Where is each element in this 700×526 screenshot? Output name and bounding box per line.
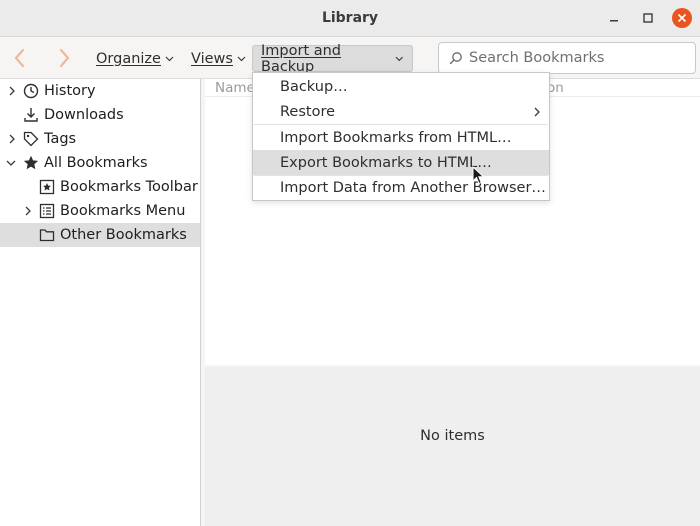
- views-button[interactable]: Views: [183, 45, 254, 72]
- chevron-down-icon: [165, 56, 174, 61]
- organize-label: Organize: [96, 50, 161, 67]
- chevron-left-icon: [14, 48, 25, 68]
- menu-item-import-bookmarks-html[interactable]: Import Bookmarks from HTML…: [253, 125, 549, 150]
- close-button[interactable]: [672, 8, 692, 28]
- chevron-right-icon: [534, 107, 540, 117]
- search-box[interactable]: [438, 42, 696, 74]
- sidebar-item-label: History: [44, 83, 96, 99]
- sidebar-item-history[interactable]: History: [0, 79, 200, 103]
- minimize-button[interactable]: [605, 9, 623, 27]
- maximize-button[interactable]: [639, 9, 657, 27]
- sidebar-item-label: Downloads: [44, 107, 124, 123]
- views-label: Views: [191, 50, 233, 67]
- bookmarks-toolbar-icon: [39, 179, 55, 195]
- sidebar-item-label: Other Bookmarks: [60, 227, 187, 243]
- import-and-backup-menu: Backup… Restore Import Bookmarks from HT…: [252, 72, 550, 201]
- search-icon: [449, 52, 462, 65]
- maximize-icon: [643, 13, 653, 23]
- sidebar-item-bookmarks-toolbar[interactable]: Bookmarks Toolbar: [0, 175, 200, 199]
- menu-item-import-other-browser[interactable]: Import Data from Another Browser…: [253, 175, 549, 200]
- back-button[interactable]: [8, 47, 32, 69]
- minimize-icon: [610, 20, 618, 22]
- tag-icon: [23, 131, 39, 147]
- chevron-down-icon: [237, 56, 246, 61]
- title-bar: Library: [0, 0, 700, 37]
- menu-item-restore[interactable]: Restore: [253, 99, 549, 124]
- import-and-backup-button[interactable]: Import and Backup: [252, 42, 413, 75]
- forward-button[interactable]: [52, 47, 76, 69]
- no-items-label: No items: [420, 428, 485, 444]
- sidebar-item-all-bookmarks[interactable]: All Bookmarks: [0, 151, 200, 175]
- sidebar-item-other-bookmarks[interactable]: Other Bookmarks: [0, 223, 200, 247]
- menu-item-label: Export Bookmarks to HTML…: [280, 154, 492, 171]
- star-icon: [23, 155, 39, 171]
- menu-item-label: Restore: [280, 103, 336, 120]
- download-icon: [23, 107, 39, 123]
- expand-chevron-icon[interactable]: [7, 85, 17, 97]
- menu-item-label: Import Bookmarks from HTML…: [280, 129, 512, 146]
- chevron-right-icon: [59, 48, 70, 68]
- organize-button[interactable]: Organize: [88, 45, 182, 72]
- menu-item-label: Import Data from Another Browser…: [280, 179, 546, 196]
- sidebar-item-label: Tags: [44, 131, 77, 147]
- clock-icon: [23, 83, 39, 99]
- close-icon: [677, 13, 687, 23]
- details-pane: No items: [205, 367, 700, 526]
- sidebar-item-label: Bookmarks Toolbar: [60, 179, 198, 195]
- sidebar-item-bookmarks-menu[interactable]: Bookmarks Menu: [0, 199, 200, 223]
- sidebar-item-label: All Bookmarks: [44, 155, 148, 171]
- import-and-backup-label: Import and Backup: [261, 42, 342, 75]
- sidebar-tree: History Downloads Tags All Bookmarks Boo…: [0, 79, 201, 526]
- folder-icon: [39, 227, 55, 243]
- menu-item-label: Backup…: [280, 78, 348, 95]
- window-title: Library: [321, 10, 379, 26]
- expand-chevron-icon[interactable]: [23, 205, 33, 217]
- expand-chevron-icon[interactable]: [7, 133, 17, 145]
- collapse-chevron-icon[interactable]: [6, 157, 16, 169]
- mouse-cursor-icon: [472, 166, 485, 185]
- sidebar-item-downloads[interactable]: Downloads: [0, 103, 200, 127]
- sidebar-item-label: Bookmarks Menu: [60, 203, 186, 219]
- sidebar-item-tags[interactable]: Tags: [0, 127, 200, 151]
- column-header-name[interactable]: Name: [215, 80, 255, 96]
- chevron-down-icon: [396, 56, 404, 61]
- bookmarks-menu-icon: [39, 203, 55, 219]
- menu-item-backup[interactable]: Backup…: [253, 74, 549, 99]
- search-input[interactable]: [469, 50, 689, 66]
- menu-item-export-bookmarks-html[interactable]: Export Bookmarks to HTML…: [253, 150, 549, 175]
